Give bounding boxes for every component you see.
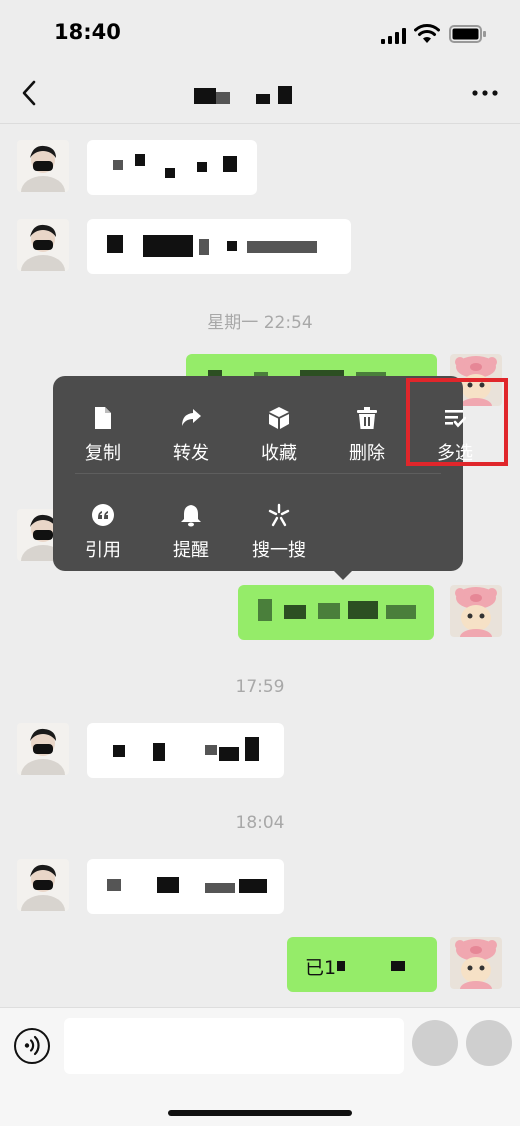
chat-title-redacted — [194, 86, 294, 106]
contact-avatar[interactable] — [17, 219, 69, 271]
menu-item-label: 删除 — [349, 443, 385, 464]
message-bubble-outgoing[interactable] — [238, 585, 434, 640]
chevron-left-icon[interactable] — [14, 76, 48, 110]
menu-divider — [75, 473, 441, 474]
status-bar: 18:40 — [0, 0, 520, 62]
status-time: 18:40 — [54, 20, 121, 44]
chat-header — [0, 62, 520, 124]
home-indicator — [168, 1110, 352, 1116]
contact-avatar[interactable] — [17, 723, 69, 775]
trash-icon — [357, 407, 377, 429]
message-bubble-outgoing[interactable]: 已1 — [287, 937, 437, 992]
menu-item-copy[interactable]: 复制 — [59, 386, 147, 466]
menu-item-favorite[interactable]: 收藏 — [235, 386, 323, 466]
message-bubble-incoming[interactable] — [87, 859, 284, 914]
battery-icon — [449, 25, 486, 43]
bell-icon — [181, 505, 201, 527]
menu-item-label: 引用 — [85, 540, 121, 561]
menu-item-label: 转发 — [173, 443, 209, 464]
message-input[interactable] — [64, 1018, 404, 1074]
signal-icon — [381, 28, 406, 44]
menu-item-label: 复制 — [85, 443, 121, 464]
document-icon — [95, 407, 111, 429]
menu-pointer — [334, 571, 352, 580]
my-avatar[interactable] — [450, 585, 502, 637]
share-arrow-icon — [182, 409, 201, 426]
message-bubble-incoming[interactable] — [87, 723, 284, 778]
contact-avatar[interactable] — [17, 859, 69, 911]
my-avatar[interactable] — [450, 937, 502, 989]
message-context-menu: 复制 转发 收藏 删除 多选 引用 提醒 搜一搜 — [53, 376, 473, 580]
quote-icon — [92, 504, 114, 526]
menu-item-quote[interactable]: 引用 — [59, 483, 147, 563]
voice-icon[interactable] — [14, 1028, 50, 1064]
wifi-icon — [414, 24, 440, 43]
more-dots-icon[interactable] — [468, 76, 502, 110]
menu-item-label: 搜一搜 — [252, 540, 306, 561]
emoji-icon[interactable] — [412, 1020, 458, 1066]
menu-item-forward[interactable]: 转发 — [147, 386, 235, 466]
menu-item-search[interactable]: 搜一搜 — [235, 483, 323, 563]
input-bar — [0, 1007, 520, 1126]
menu-item-remind[interactable]: 提醒 — [147, 483, 235, 563]
menu-item-delete[interactable]: 删除 — [323, 386, 411, 466]
message-bubble-incoming[interactable] — [87, 219, 351, 274]
menu-item-label: 提醒 — [173, 540, 209, 561]
sparkle-icon — [268, 503, 290, 527]
message-text: 已1 — [305, 957, 337, 979]
highlight-box — [406, 378, 508, 466]
message-timestamp: 18:04 — [235, 813, 285, 833]
contact-avatar[interactable] — [17, 140, 69, 192]
message-timestamp: 星期一 22:54 — [207, 313, 313, 333]
message-bubble-incoming[interactable] — [87, 140, 257, 195]
menu-item-label: 收藏 — [261, 443, 297, 464]
message-timestamp: 17:59 — [235, 677, 285, 697]
cube-icon — [269, 407, 289, 429]
plus-icon[interactable] — [466, 1020, 512, 1066]
